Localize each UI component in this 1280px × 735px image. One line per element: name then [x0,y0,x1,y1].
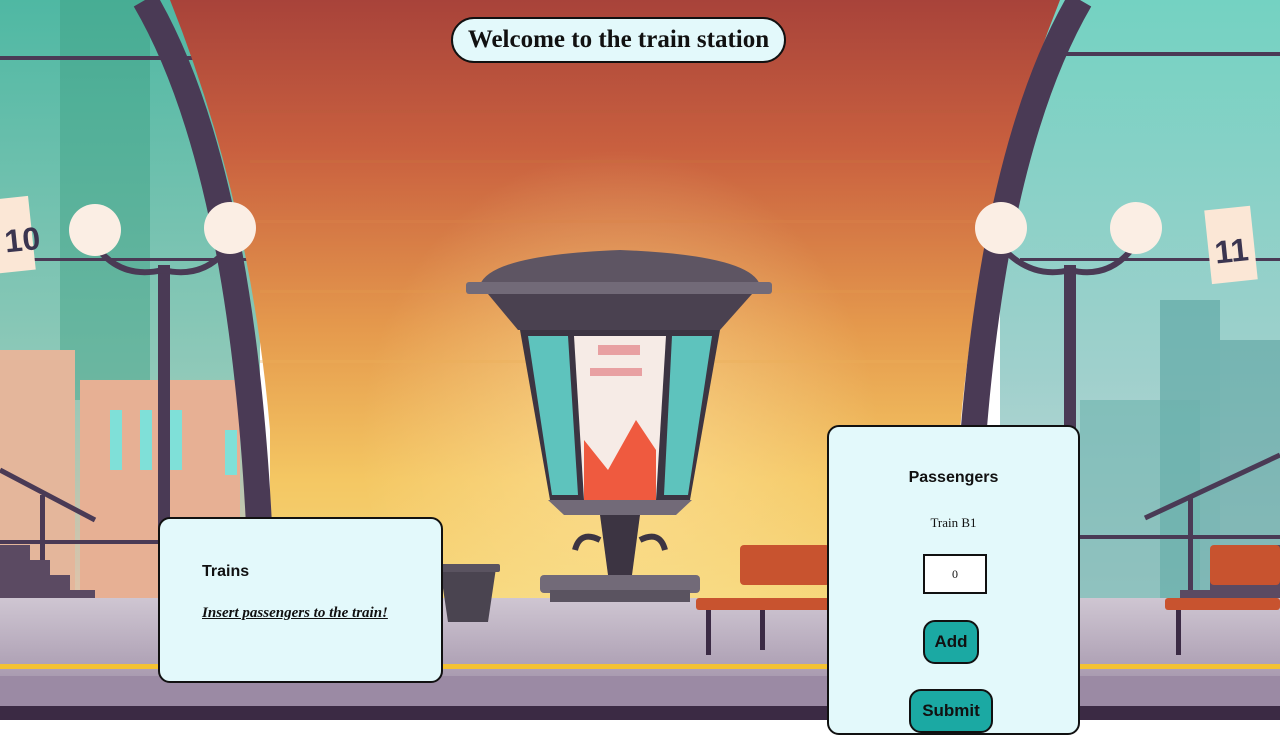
passenger-count-input[interactable] [923,554,987,594]
sign-left-number: 10 [3,220,42,260]
page-title: Welcome to the train station [467,26,770,53]
train-name-label: Train B1 [930,515,977,530]
trains-panel: Trains Insert passengers to the train! [158,517,443,683]
trains-heading: Trains [202,563,250,580]
page-title-banner: Welcome to the train station [451,17,786,63]
platform-sign-right: 11 [1204,205,1258,285]
passengers-panel: Passengers Train B1 Add Submit [827,425,1080,735]
passengers-heading: Passengers [908,469,999,486]
add-button[interactable]: Add [923,620,979,664]
sign-right-number: 11 [1213,231,1250,270]
submit-button[interactable]: Submit [909,689,993,733]
trains-message: Insert passengers to the train! [202,605,388,621]
